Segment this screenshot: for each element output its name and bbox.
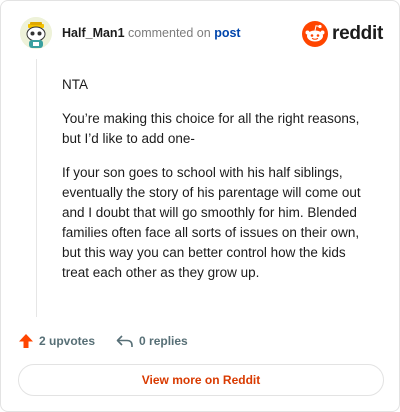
reddit-logo[interactable]: reddit	[302, 20, 383, 48]
comment-paragraph: If your son goes to school with his half…	[62, 165, 361, 280]
username-link[interactable]: Half_Man1	[62, 26, 125, 40]
comment-actions: 2 upvotes 0 replies	[18, 331, 188, 351]
snoo-avatar-icon	[20, 17, 52, 49]
view-more-button[interactable]: View more on Reddit	[18, 364, 384, 396]
post-link[interactable]: post	[214, 26, 240, 40]
comment-paragraph: NTA	[62, 77, 88, 92]
reply-arrow-icon	[116, 335, 133, 347]
upvote-arrow-icon	[19, 334, 33, 348]
comment-meta: Half_Man1 commented on post	[62, 26, 241, 40]
avatar[interactable]	[20, 17, 52, 49]
upvotes-count: 2 upvotes	[39, 334, 96, 348]
thread-line	[36, 59, 37, 317]
comment-body: NTA You’re making this choice for all th…	[62, 75, 367, 297]
replies-count: 0 replies	[139, 334, 188, 348]
comment-paragraph: You’re making this choice for all the ri…	[62, 111, 360, 146]
reddit-snoo-icon	[302, 21, 329, 47]
comment-header: Half_Man1 commented on post reddit	[20, 17, 383, 51]
reddit-comment-card: Half_Man1 commented on post reddit NTA Y…	[0, 0, 400, 412]
upvote-button[interactable]: 2 upvotes	[18, 333, 95, 349]
reddit-wordmark: reddit	[332, 23, 383, 44]
reply-button[interactable]: 0 replies	[116, 333, 188, 349]
action-text: commented on	[128, 26, 211, 40]
